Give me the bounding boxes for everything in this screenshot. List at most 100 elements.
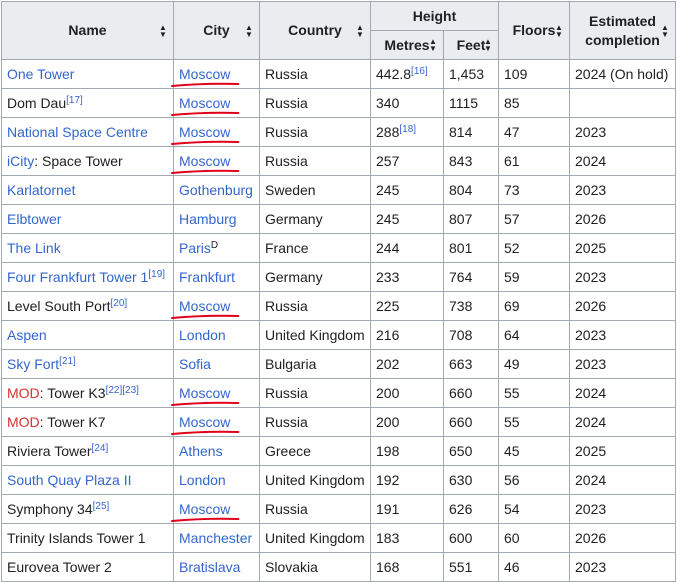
cell-city: ParisD [173,233,260,263]
sort-arrows-icon[interactable]: ▲ ▼ [484,38,492,53]
name-link[interactable]: National Space Centre [7,124,148,140]
cell-city: Moscow [173,291,260,321]
header-completion[interactable]: Estimated completion ▲ ▼ [569,1,676,60]
header-country-label: Country [288,22,342,38]
cell-name: Four Frankfurt Tower 1[19] [1,262,174,292]
cell-feet: 814 [443,117,499,147]
table-row: National Space Centre Moscow Russia 288[18]… [1,117,676,147]
city-link[interactable]: Hamburg [179,211,237,227]
metres-value: 191 [376,501,400,517]
city-link[interactable]: Moscow [179,385,230,401]
sort-arrows-icon[interactable]: ▲ ▼ [661,23,669,38]
header-name[interactable]: Name ▲ ▼ [1,1,174,60]
sort-arrows-icon[interactable]: ▲ ▼ [159,23,167,38]
city-link[interactable]: Athens [179,443,223,459]
name-link[interactable]: South Quay Plaza II [7,472,132,488]
reference-link[interactable]: [22][23] [106,385,139,396]
city-link[interactable]: Moscow [179,501,230,517]
cell-name: Riviera Tower[24] [1,436,174,466]
reference-link[interactable]: [16] [411,66,428,77]
name-link[interactable]: Karlatornet [7,182,75,198]
city-link[interactable]: Moscow [179,414,230,430]
cell-country: Russia [259,88,371,118]
reference-label[interactable]: [21] [59,356,76,367]
cell-name: One Tower [1,59,174,89]
name-text: : Tower K7 [39,414,106,430]
sort-arrows-icon[interactable]: ▲ ▼ [356,23,364,38]
metres-value: 198 [376,443,400,459]
reference-link[interactable]: [18] [399,124,416,135]
sort-arrows-icon[interactable]: ▲ ▼ [555,23,563,38]
cell-name: Eurovea Tower 2 [1,552,174,582]
sort-arrows-icon[interactable]: ▲ ▼ [429,38,437,53]
metres-value: 225 [376,298,400,314]
city-link[interactable]: Frankfurt [179,269,235,285]
city-link[interactable]: Paris [179,240,211,256]
reference-label[interactable]: [24] [92,443,109,454]
city-link[interactable]: Moscow [179,95,230,111]
reference-label[interactable]: [17] [66,95,83,106]
name-redlink[interactable]: MOD [7,385,40,401]
name-redlink[interactable]: MOD [7,414,40,430]
cell-metres: 198 [370,436,444,466]
city-link[interactable]: Gothenburg [179,182,253,198]
table-row: South Quay Plaza II London United Kingdom 1… [1,465,676,495]
name-text: : Tower K3 [39,385,106,401]
cell-floors: 49 [498,349,570,379]
table-row: Four Frankfurt Tower 1[19] Frankfurt Germa… [1,262,676,292]
header-city[interactable]: City ▲ ▼ [173,1,260,60]
city-link[interactable]: Moscow [179,124,230,140]
header-feet[interactable]: Feet ▲ ▼ [443,30,499,60]
reference-label[interactable]: [18] [399,124,416,135]
header-floors[interactable]: Floors ▲ ▼ [498,1,570,60]
reference-link[interactable]: [20] [111,298,128,309]
reference-label[interactable]: [19] [148,269,165,280]
reference-label[interactable]: [22][23] [106,385,139,396]
name-link[interactable]: The Link [7,240,61,256]
cell-city: Hamburg [173,204,260,234]
name-link[interactable]: Aspen [7,327,47,343]
cell-country: Greece [259,436,371,466]
metres-value: 216 [376,327,400,343]
reference-link[interactable]: [19] [148,269,165,280]
city-link[interactable]: Moscow [179,298,230,314]
cell-country: Sweden [259,175,371,205]
cell-metres: 202 [370,349,444,379]
sort-arrows-icon[interactable]: ▲ ▼ [245,23,253,38]
cell-name: South Quay Plaza II [1,465,174,495]
name-link[interactable]: Four Frankfurt Tower 1 [7,269,148,285]
reference-label[interactable]: [20] [111,298,128,309]
cell-country: United Kingdom [259,320,371,350]
name-link[interactable]: Sky Fort [7,356,59,372]
cell-name: National Space Centre [1,117,174,147]
city-link[interactable]: London [179,472,226,488]
city-link[interactable]: Bratislava [179,559,240,575]
header-metres[interactable]: Metres ▲ ▼ [370,30,444,60]
table-row: One Tower Moscow Russia 442.8[16] 1,453 109 20… [1,59,676,89]
metres-value: 245 [376,211,400,227]
city-link[interactable]: Moscow [179,153,230,169]
city-link[interactable]: London [179,327,226,343]
cell-completion: 2023 [569,349,676,379]
name-link[interactable]: Elbtower [7,211,61,227]
header-country[interactable]: Country ▲ ▼ [259,1,371,60]
city-link[interactable]: Moscow [179,66,230,82]
reference-link[interactable]: [21] [59,356,76,367]
cell-country: Germany [259,204,371,234]
reference-link[interactable]: [24] [92,443,109,454]
city-link[interactable]: Sofia [179,356,211,372]
reference-link[interactable]: [25] [93,501,110,512]
cell-name: Karlatornet [1,175,174,205]
cell-floors: 52 [498,233,570,263]
reference-label[interactable]: [16] [411,66,428,77]
city-link[interactable]: Manchester [179,530,252,546]
name-link[interactable]: One Tower [7,66,74,82]
reference-link[interactable]: [17] [66,95,83,106]
cell-metres: 288[18] [370,117,444,147]
cell-name: Level South Port[20] [1,291,174,321]
table-row: Level South Port[20] Moscow Russia 225 738 69… [1,291,676,321]
cell-city: Bratislava [173,552,260,582]
metres-value: 200 [376,385,400,401]
reference-label[interactable]: [25] [93,501,110,512]
name-link[interactable]: iCity [7,153,34,169]
